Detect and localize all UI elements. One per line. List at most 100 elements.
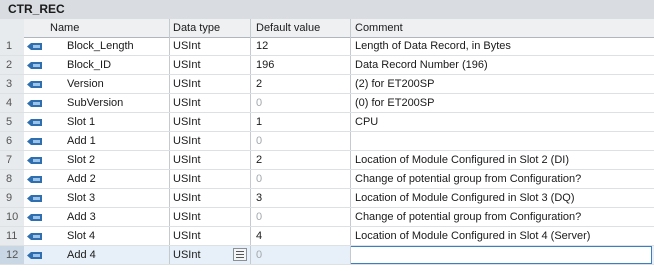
header-name[interactable]: Name bbox=[46, 19, 169, 37]
table-row[interactable]: 12 Add 4 USInt 0 bbox=[0, 246, 654, 265]
variable-default-value[interactable]: 0 bbox=[250, 132, 350, 151]
table-row[interactable]: 8 Add 2 USInt 0 Change of potential group fr… bbox=[0, 170, 654, 189]
variable-comment[interactable]: Length of Data Record, in Bytes bbox=[350, 37, 654, 56]
variable-name[interactable]: Slot 1 bbox=[46, 113, 169, 132]
row-number[interactable]: 3 bbox=[0, 75, 24, 94]
variable-datatype[interactable]: USInt bbox=[169, 75, 250, 94]
static-variable-icon bbox=[27, 62, 42, 69]
variable-datatype[interactable]: USInt bbox=[169, 208, 250, 227]
variable-name[interactable]: Slot 2 bbox=[46, 151, 169, 170]
variable-name[interactable]: Add 3 bbox=[46, 208, 169, 227]
table-row[interactable]: 4 SubVersion USInt 0 (0) for ET200SP bbox=[0, 94, 654, 113]
variable-comment[interactable]: Location of Module Configured in Slot 3 … bbox=[350, 189, 654, 208]
static-variable-icon bbox=[27, 176, 42, 183]
row-icon-cell bbox=[24, 113, 46, 132]
variable-datatype[interactable]: USInt bbox=[169, 37, 250, 56]
table-row[interactable]: 3 Version USInt 2 (2) for ET200SP bbox=[0, 75, 654, 94]
row-icon-cell bbox=[24, 151, 46, 170]
variable-comment[interactable]: CPU bbox=[350, 113, 654, 132]
datatype-browse-icon bbox=[236, 251, 244, 258]
variable-comment[interactable]: Location of Module Configured in Slot 4 … bbox=[350, 227, 654, 246]
block-title-bar: CTR_REC bbox=[0, 0, 654, 20]
row-number[interactable]: 10 bbox=[0, 208, 24, 227]
table-row[interactable]: 2 Block_ID USInt 196 Data Record Number (196… bbox=[0, 56, 654, 75]
table-row[interactable]: 9 Slot 3 USInt 3 Location of Module Configur… bbox=[0, 189, 654, 208]
static-variable-icon bbox=[27, 43, 42, 50]
table-row[interactable]: 6 Add 1 USInt 0 bbox=[0, 132, 654, 151]
row-number[interactable]: 7 bbox=[0, 151, 24, 170]
variable-comment[interactable]: Change of potential group from Configura… bbox=[350, 170, 654, 189]
variable-comment[interactable]: (2) for ET200SP bbox=[350, 75, 654, 94]
variable-default-value[interactable]: 4 bbox=[250, 227, 350, 246]
variable-comment[interactable] bbox=[350, 246, 654, 265]
variable-name[interactable]: Add 1 bbox=[46, 132, 169, 151]
static-variable-icon bbox=[27, 252, 42, 259]
table-row[interactable]: 11 Slot 4 USInt 4 Location of Module Configu… bbox=[0, 227, 654, 246]
table-row[interactable]: 7 Slot 2 USInt 2 Location of Module Configur… bbox=[0, 151, 654, 170]
variable-default-value[interactable]: 196 bbox=[250, 56, 350, 75]
table-row[interactable]: 5 Slot 1 USInt 1 CPU bbox=[0, 113, 654, 132]
header-row-number bbox=[0, 19, 24, 37]
row-number[interactable]: 2 bbox=[0, 56, 24, 75]
variable-default-value[interactable]: 0 bbox=[250, 170, 350, 189]
header-comment[interactable]: Comment bbox=[350, 19, 654, 37]
variable-default-value[interactable]: 0 bbox=[250, 94, 350, 113]
variable-default-value[interactable]: 2 bbox=[250, 75, 350, 94]
header-default-value[interactable]: Default value bbox=[250, 19, 350, 37]
header-icon-column bbox=[24, 19, 46, 37]
variable-datatype[interactable]: USInt bbox=[169, 94, 250, 113]
row-number[interactable]: 6 bbox=[0, 132, 24, 151]
row-icon-cell bbox=[24, 37, 46, 56]
variable-name[interactable]: SubVersion bbox=[46, 94, 169, 113]
variable-name[interactable]: Add 4 bbox=[46, 246, 169, 265]
static-variable-icon bbox=[27, 195, 42, 202]
variable-datatype[interactable]: USInt bbox=[169, 113, 250, 132]
variable-comment[interactable] bbox=[350, 132, 654, 151]
row-number[interactable]: 8 bbox=[0, 170, 24, 189]
variable-name[interactable]: Block_Length bbox=[46, 37, 169, 56]
table-row[interactable]: 1 Block_Length USInt 12 Length of Data Recor… bbox=[0, 37, 654, 56]
row-number[interactable]: 1 bbox=[0, 37, 24, 56]
variable-name[interactable]: Block_ID bbox=[46, 56, 169, 75]
row-number[interactable]: 9 bbox=[0, 189, 24, 208]
datatype-browse-button[interactable] bbox=[233, 248, 247, 261]
static-variable-icon bbox=[27, 233, 42, 240]
row-icon-cell bbox=[24, 132, 46, 151]
variable-default-value[interactable]: 3 bbox=[250, 189, 350, 208]
variable-datatype[interactable]: USInt bbox=[169, 151, 250, 170]
variable-default-value[interactable]: 0 bbox=[250, 246, 350, 265]
variable-comment[interactable]: (0) for ET200SP bbox=[350, 94, 654, 113]
row-number[interactable]: 12 bbox=[0, 246, 24, 265]
variable-name[interactable]: Slot 3 bbox=[46, 189, 169, 208]
variable-default-value[interactable]: 1 bbox=[250, 113, 350, 132]
row-number[interactable]: 4 bbox=[0, 94, 24, 113]
variable-name[interactable]: Version bbox=[46, 75, 169, 94]
static-variable-icon bbox=[27, 100, 42, 107]
row-number[interactable]: 5 bbox=[0, 113, 24, 132]
variable-comment[interactable]: Change of potential group from Configura… bbox=[350, 208, 654, 227]
static-variable-icon bbox=[27, 157, 42, 164]
row-icon-cell bbox=[24, 75, 46, 94]
row-icon-cell bbox=[24, 227, 46, 246]
variable-comment[interactable]: Data Record Number (196) bbox=[350, 56, 654, 75]
variable-default-value[interactable]: 12 bbox=[250, 37, 350, 56]
variable-name[interactable]: Add 2 bbox=[46, 170, 169, 189]
variable-default-value[interactable]: 2 bbox=[250, 151, 350, 170]
variable-name[interactable]: Slot 4 bbox=[46, 227, 169, 246]
table-row[interactable]: 10 Add 3 USInt 0 Change of potential group f… bbox=[0, 208, 654, 227]
variable-datatype[interactable]: USInt bbox=[169, 170, 250, 189]
row-icon-cell bbox=[24, 170, 46, 189]
header-datatype[interactable]: Data type bbox=[169, 19, 250, 37]
variable-datatype[interactable]: USInt bbox=[169, 132, 250, 151]
row-icon-cell bbox=[24, 208, 46, 227]
variable-comment[interactable]: Location of Module Configured in Slot 2 … bbox=[350, 151, 654, 170]
static-variable-icon bbox=[27, 119, 42, 126]
variable-datatype[interactable]: USInt bbox=[169, 56, 250, 75]
variable-datatype[interactable]: USInt bbox=[169, 189, 250, 208]
static-variable-icon bbox=[27, 81, 42, 88]
variable-default-value[interactable]: 0 bbox=[250, 208, 350, 227]
row-number[interactable]: 11 bbox=[0, 227, 24, 246]
row-icon-cell bbox=[24, 189, 46, 208]
static-variable-icon bbox=[27, 214, 42, 221]
variable-datatype[interactable]: USInt bbox=[169, 227, 250, 246]
